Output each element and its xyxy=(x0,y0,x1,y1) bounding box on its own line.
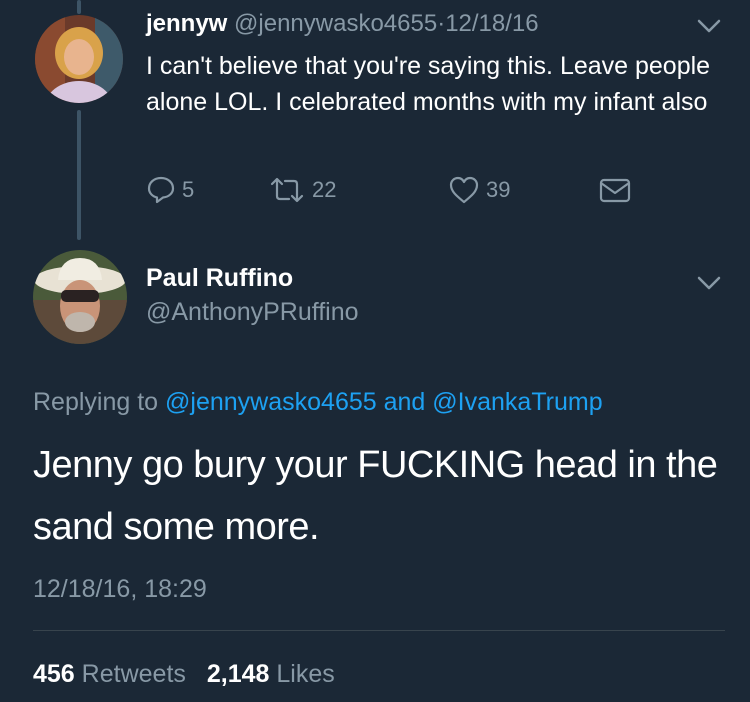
chevron-down-icon[interactable] xyxy=(696,275,722,291)
heart-icon xyxy=(449,176,479,204)
reply-display-name[interactable]: jennyw xyxy=(146,10,227,37)
reply-handle[interactable]: @jennywasko4655 xyxy=(234,10,437,37)
tweet-stats: 456 Retweets 2,148 Likes xyxy=(33,660,349,689)
avatar-jennyw[interactable] xyxy=(35,15,123,103)
reply-tweet-header: jennyw @jennywasko4655·12/18/16 xyxy=(146,10,539,38)
envelope-icon xyxy=(599,178,631,203)
chevron-down-icon[interactable] xyxy=(696,18,722,34)
likes-label[interactable]: Likes xyxy=(276,660,334,688)
replying-and[interactable]: and xyxy=(384,388,426,416)
replying-to-line: Replying to @jennywasko4655 and @IvankaT… xyxy=(33,388,603,417)
main-tweet-timestamp[interactable]: 12/18/16, 18:29 xyxy=(33,575,207,604)
mention-jennywasko4655[interactable]: @jennywasko4655 xyxy=(165,388,377,416)
retweets-label[interactable]: Retweets xyxy=(82,660,186,688)
reply-button[interactable]: 5 xyxy=(146,175,194,205)
reply-icon xyxy=(147,176,175,204)
thread-line xyxy=(77,110,81,240)
main-tweet-text: Jenny go bury your FUCKING head in the s… xyxy=(33,444,718,548)
avatar-paul-ruffino[interactable] xyxy=(33,250,127,344)
divider xyxy=(33,630,725,631)
main-display-name[interactable]: Paul Ruffino xyxy=(146,264,293,293)
main-handle[interactable]: @AnthonyPRuffino xyxy=(146,298,359,327)
thread-line-top xyxy=(77,0,81,14)
header-separator: · xyxy=(437,10,446,37)
like-count: 39 xyxy=(486,177,511,202)
like-button[interactable]: 39 xyxy=(448,175,510,205)
direct-message-button[interactable] xyxy=(598,175,632,205)
reply-tweet-text: I can't believe that you're saying this.… xyxy=(146,52,711,116)
mention-ivankatrump[interactable]: @IvankaTrump xyxy=(432,388,602,416)
retweet-button[interactable]: 22 xyxy=(268,175,336,205)
retweet-count: 22 xyxy=(312,177,337,202)
reply-date[interactable]: 12/18/16 xyxy=(445,10,538,37)
reply-count: 5 xyxy=(182,177,195,202)
retweet-icon xyxy=(270,177,304,203)
likes-count[interactable]: 2,148 xyxy=(207,660,270,688)
retweets-count[interactable]: 456 xyxy=(33,660,75,688)
replying-prefix: Replying to xyxy=(33,388,159,416)
